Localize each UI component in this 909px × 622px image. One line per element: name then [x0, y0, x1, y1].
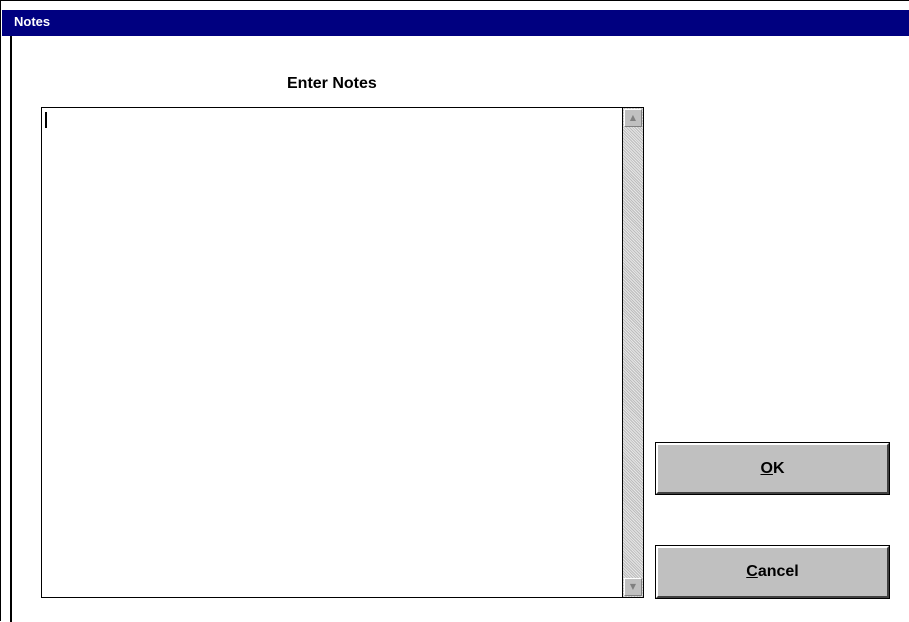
notes-textarea[interactable] — [42, 108, 622, 597]
ok-button-label: K — [772, 459, 785, 477]
cancel-button-mnemonic: C — [746, 563, 758, 580]
vertical-scrollbar[interactable]: ▲ ▼ — [622, 108, 643, 597]
cancel-button-label: ancel — [757, 563, 799, 580]
ok-button-mnemonic: O — [760, 459, 773, 477]
window-title: Notes — [14, 14, 51, 29]
window-left-border — [10, 36, 12, 622]
text-cursor — [45, 112, 47, 128]
notes-window: Notes Enter Notes ▲ ▼ OK Cancel — [0, 0, 909, 622]
cancel-button[interactable]: Cancel — [655, 545, 890, 599]
scroll-down-arrow-icon[interactable]: ▼ — [624, 578, 642, 596]
title-bar[interactable]: Notes — [2, 10, 909, 36]
ok-button[interactable]: OK — [655, 442, 890, 495]
notes-textbox-frame: ▲ ▼ — [41, 107, 644, 598]
scroll-up-arrow-icon[interactable]: ▲ — [624, 109, 642, 127]
notes-heading: Enter Notes — [287, 75, 377, 92]
